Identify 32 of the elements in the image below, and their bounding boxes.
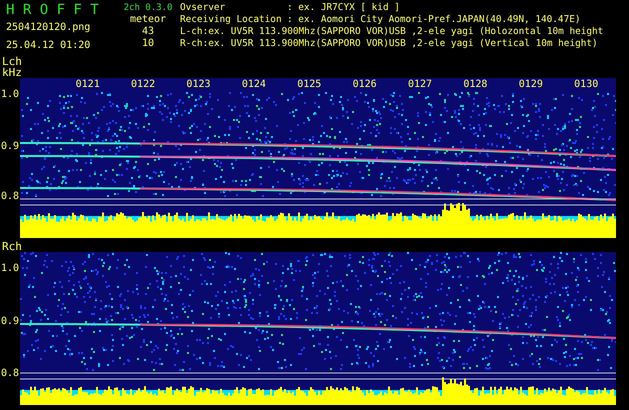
time-label: 0123 <box>186 79 211 90</box>
date-time: 25.04.12 01:20 <box>6 39 92 53</box>
frequency-label: 1.0 <box>1 90 20 100</box>
field-value: : ex. Aomori City Aomori-Pref.JAPAN(40.49N, 140.47E) <box>287 14 580 26</box>
version-label: 2ch 0.3.0 <box>124 2 172 14</box>
count-label: 10 <box>142 38 154 50</box>
time-label: 0128 <box>463 79 488 90</box>
frequency-label: 0.8 <box>1 192 20 202</box>
time-label: 0125 <box>297 79 322 90</box>
frequency-label: 1.0 <box>1 264 20 274</box>
time-label: 0127 <box>408 79 432 90</box>
unit-label: kHz <box>2 67 23 78</box>
app-title: H R O F F T <box>6 2 100 18</box>
time-label: 0124 <box>242 79 266 90</box>
frequency-label: 0.9 <box>1 317 20 327</box>
time-label: 0122 <box>131 79 156 90</box>
channel-label: Rch <box>2 241 23 252</box>
frequency-label: 0.9 <box>1 142 20 152</box>
field-label: Ovserver <box>180 2 226 14</box>
time-label: 0121 <box>76 79 100 90</box>
file-name: 2504120120.png <box>6 21 92 35</box>
count-label: 43 <box>142 26 154 38</box>
channel-info: L-ch:ex. UV5R 113.900Mhz(SAPPORO VOR)USB ,2-ele yagi (Holozontal 10m height <box>180 26 604 38</box>
field-value: : ex. JR7CYX [ kid ] <box>287 2 400 14</box>
time-label: 0130 <box>574 79 598 90</box>
frequency-label: 0.8 <box>1 369 20 379</box>
time-label: 0126 <box>352 79 377 90</box>
mode-label: meteor <box>130 14 166 26</box>
field-label: Receiving Location <box>180 14 283 26</box>
time-label: 0129 <box>518 79 543 90</box>
channel-info: R-ch:ex. UV5R 113.900Mhz(SAPPORO VOR)USB ,2-ele yagi (Vertical 10m height) <box>180 38 599 50</box>
channel-label: Lch <box>2 56 23 67</box>
